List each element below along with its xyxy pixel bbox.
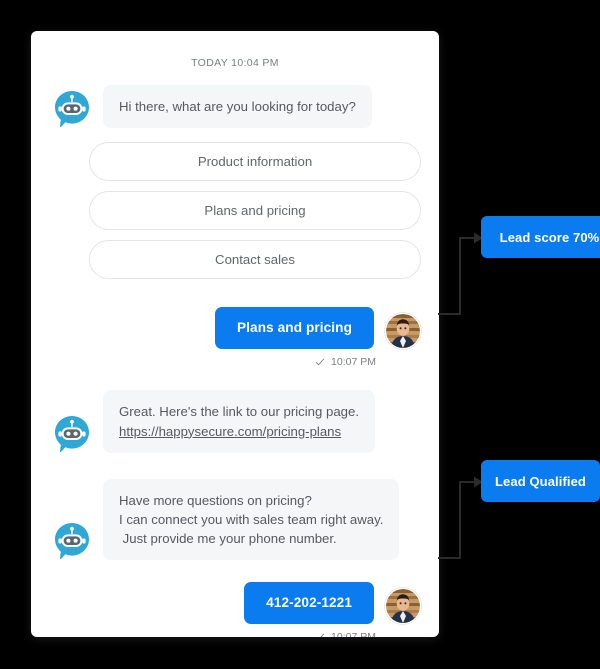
- message-row-bot-pricing-link: Great. Here's the link to our pricing pa…: [31, 390, 439, 453]
- lead-score-badge: Lead score 70%: [481, 216, 600, 258]
- bot-message-text: Hi there, what are you looking for today…: [119, 99, 356, 114]
- user-message-bubble: Plans and pricing: [214, 307, 374, 350]
- chatbot-avatar-icon: [53, 522, 91, 560]
- user-avatar-photo: [385, 313, 421, 350]
- bot-message-text-line-3: Just provide me your phone number.: [119, 531, 337, 547]
- chatbot-avatar-icon: [53, 90, 91, 128]
- message-row-user-phone: 412-202-1221: [31, 582, 439, 625]
- user-phone-timestamp: 10:07 PM: [331, 631, 376, 637]
- user-phone-meta: 10:07 PM: [31, 624, 439, 637]
- user-avatar-photo: [385, 588, 421, 625]
- connector-lead-qualified: [438, 470, 486, 562]
- pricing-page-link[interactable]: https://happysecure.com/pricing-plans: [119, 424, 341, 439]
- lead-qualified-badge: Lead Qualified: [481, 460, 600, 502]
- message-row-bot-greeting: Hi there, what are you looking for today…: [31, 85, 439, 129]
- chatbot-avatar-icon: [53, 415, 91, 453]
- check-icon: [315, 357, 325, 367]
- message-row-bot-phone-request: Have more questions on pricing? I can co…: [31, 478, 439, 561]
- quick-reply-product-information[interactable]: Product information: [89, 142, 421, 182]
- user-message-timestamp: 10:07 PM: [331, 356, 376, 369]
- bot-message-text-line-2: I can connect you with sales team right …: [119, 511, 384, 527]
- day-divider: TODAY 10:04 PM: [191, 57, 279, 69]
- bot-message-bubble: Hi there, what are you looking for today…: [103, 85, 372, 129]
- quick-reply-plans-and-pricing[interactable]: Plans and pricing: [89, 191, 421, 231]
- user-phone-bubble: 412-202-1221: [244, 582, 374, 625]
- message-row-user-selection: Plans and pricing: [31, 307, 439, 350]
- bot-message-bubble: Have more questions on pricing? I can co…: [103, 478, 400, 561]
- quick-reply-contact-sales[interactable]: Contact sales: [89, 240, 421, 280]
- user-message-meta: 10:07 PM: [31, 349, 439, 368]
- connector-lead-score: [438, 226, 486, 318]
- quick-reply-options: Product information Plans and pricing Co…: [31, 128, 439, 280]
- bot-message-text-line-1: Have more questions on pricing?: [119, 492, 312, 508]
- bot-message-text: Great. Here's the link to our pricing pa…: [119, 404, 360, 420]
- bot-message-bubble: Great. Here's the link to our pricing pa…: [103, 390, 376, 453]
- check-icon: [315, 632, 325, 637]
- chat-widget-card: TODAY 10:04 PM Hi there, what are you lo…: [31, 31, 439, 637]
